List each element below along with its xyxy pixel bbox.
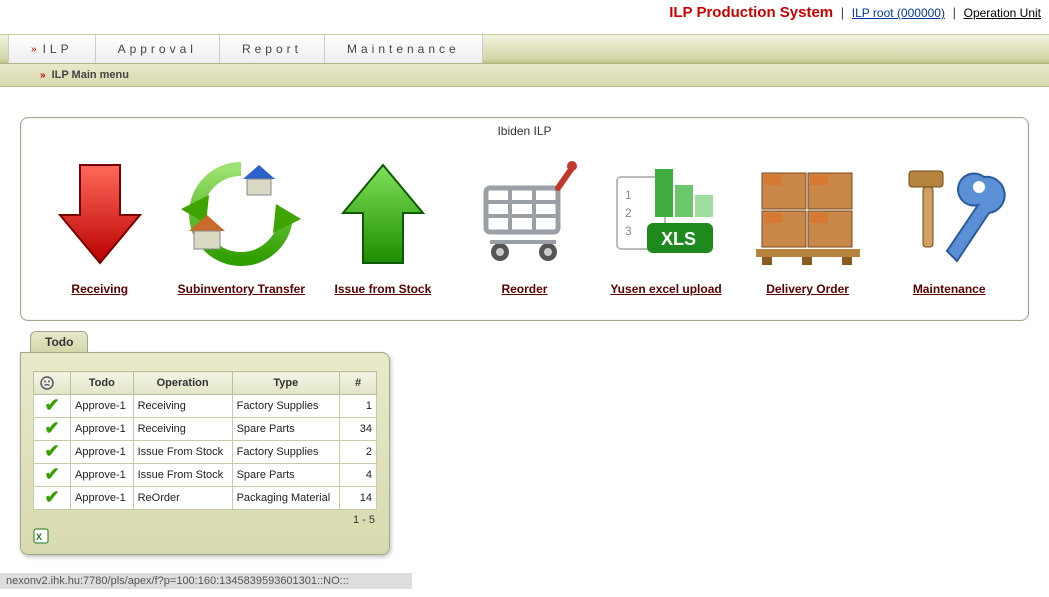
nav-yusen-excel-upload[interactable]: 1 2 3 XLS Yusen excel upload [601, 154, 731, 296]
nav-label: Delivery Order [766, 282, 849, 296]
col-operation[interactable]: Operation [133, 372, 232, 395]
check-icon: ✔ [44, 441, 59, 461]
cell-type: Packaging Material [232, 487, 339, 510]
tab-label: Maintenance [347, 42, 460, 56]
cell-operation: Receiving [133, 418, 232, 441]
cell-todo: Approve-1 [71, 464, 134, 487]
separator: | [837, 5, 848, 20]
xls-icon: 1 2 3 XLS [611, 159, 721, 269]
nav-label: Yusen excel upload [610, 282, 721, 296]
cell-todo: Approve-1 [71, 441, 134, 464]
nav-delivery-order[interactable]: Delivery Order [743, 154, 873, 296]
user-link[interactable]: ILP root (000000) [852, 6, 945, 20]
nav-label: Subinventory Transfer [178, 282, 305, 296]
nav-maintenance[interactable]: Maintenance [884, 154, 1014, 296]
check-icon: ✔ [44, 395, 59, 415]
arrow-up-icon [338, 159, 428, 269]
system-name: ILP Production System [669, 4, 833, 21]
nav-label: Issue from Stock [335, 282, 432, 296]
tab-approval[interactable]: Approval [96, 35, 220, 63]
main-tab-bar: » ILP Approval Report Maintenance [0, 34, 1049, 64]
check-icon: ✔ [44, 464, 59, 484]
col-count[interactable]: # [340, 372, 377, 395]
chevron-icon: » [31, 44, 37, 55]
tab-label: ILP [43, 42, 73, 56]
top-bar: ILP Production System | ILP root (000000… [0, 0, 1049, 34]
subtab-label: ILP Main menu [52, 69, 129, 81]
table-row[interactable]: ✔ Approve-1ReceivingSpare Parts34 [34, 418, 377, 441]
nav-reorder[interactable]: Reorder [459, 154, 589, 296]
cell-todo: Approve-1 [71, 418, 134, 441]
operation-unit-link[interactable]: Operation Unit [964, 6, 1041, 20]
cell-operation: Receiving [133, 395, 232, 418]
nav-issue-from-stock[interactable]: Issue from Stock [318, 154, 448, 296]
nav-receiving[interactable]: Receiving [35, 154, 165, 296]
col-type[interactable]: Type [232, 372, 339, 395]
transfer-icon [181, 159, 301, 269]
cell-count: 4 [340, 464, 377, 487]
status-header-icon [40, 376, 54, 390]
col-status[interactable] [34, 372, 71, 395]
cell-todo: Approve-1 [71, 487, 134, 510]
tab-maintenance[interactable]: Maintenance [325, 35, 483, 63]
table-row[interactable]: ✔ Approve-1ReOrderPackaging Material14 [34, 487, 377, 510]
cell-type: Factory Supplies [232, 395, 339, 418]
check-icon: ✔ [44, 418, 59, 438]
nav-label: Reorder [501, 282, 547, 296]
cell-todo: Approve-1 [71, 395, 134, 418]
nav-label: Receiving [71, 282, 128, 296]
todo-tab[interactable]: Todo [30, 331, 88, 352]
svg-text:X: X [36, 532, 42, 542]
cell-type: Spare Parts [232, 418, 339, 441]
table-row[interactable]: ✔ Approve-1Issue From StockSpare Parts4 [34, 464, 377, 487]
boxes-pallet-icon [748, 159, 868, 269]
cell-count: 2 [340, 441, 377, 464]
status-bar: nexonv2.ihk.hu:7780/pls/apex/f?p=100:160… [0, 573, 412, 589]
todo-body: Todo Operation Type # ✔Approve-1Receivin… [20, 352, 390, 555]
todo-region: Todo Todo Operation Type # ✔Approve-1Rec… [20, 331, 390, 555]
check-icon: ✔ [44, 487, 59, 507]
cell-type: Spare Parts [232, 464, 339, 487]
separator: | [949, 5, 960, 20]
tab-label: Report [242, 42, 302, 56]
col-todo[interactable]: Todo [71, 372, 134, 395]
chevron-icon: » [40, 70, 46, 81]
tab-ilp[interactable]: » ILP [8, 35, 96, 63]
cell-count: 14 [340, 487, 377, 510]
arrow-down-icon [55, 159, 145, 269]
nav-label: Maintenance [913, 282, 986, 296]
panel-title: Ibiden ILP [21, 118, 1028, 144]
tools-icon [889, 159, 1009, 269]
sub-tab-bar: » ILP Main menu [0, 64, 1049, 87]
row-range: 1 - 5 [33, 510, 377, 528]
svg-text:3: 3 [625, 224, 632, 238]
svg-text:1: 1 [625, 188, 632, 202]
icon-row: Receiving Subinventory Transfer [21, 144, 1028, 320]
export-xls-icon[interactable]: X [33, 528, 377, 544]
cell-type: Factory Supplies [232, 441, 339, 464]
cell-operation: ReOrder [133, 487, 232, 510]
cart-icon [464, 154, 584, 274]
tab-label: Approval [118, 42, 197, 56]
main-panel: Ibiden ILP Receiving [20, 117, 1029, 321]
todo-table: Todo Operation Type # ✔Approve-1Receivin… [33, 371, 377, 510]
cell-count: 1 [340, 395, 377, 418]
table-row[interactable]: ✔ Approve-1Issue From StockFactory Suppli… [34, 441, 377, 464]
cell-operation: Issue From Stock [133, 464, 232, 487]
svg-text:2: 2 [625, 206, 632, 220]
svg-text:XLS: XLS [661, 229, 696, 249]
nav-subinventory-transfer[interactable]: Subinventory Transfer [176, 154, 306, 296]
tab-report[interactable]: Report [220, 35, 325, 63]
cell-operation: Issue From Stock [133, 441, 232, 464]
cell-count: 34 [340, 418, 377, 441]
table-row[interactable]: ✔ Approve-1ReceivingFactory Supplies1 [34, 395, 377, 418]
